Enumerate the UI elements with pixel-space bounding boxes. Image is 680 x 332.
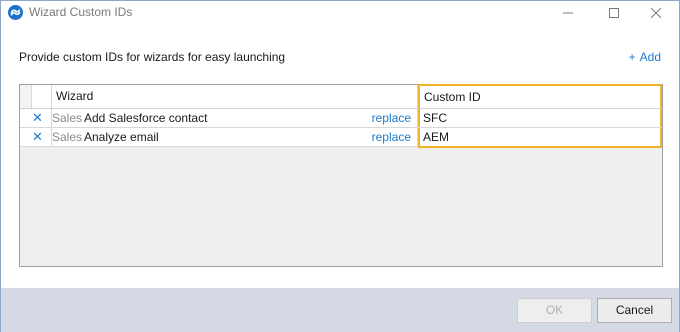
- ok-button[interactable]: OK: [517, 298, 592, 323]
- header-remove-column: [32, 85, 52, 108]
- grid-header: Wizard Custom ID: [20, 84, 662, 109]
- row-header-corner: [20, 85, 32, 108]
- instructions-text: Provide custom IDs for wizards for easy …: [19, 50, 286, 64]
- maximize-icon[interactable]: [591, 1, 637, 25]
- wizard-category: Sales: [52, 111, 83, 125]
- add-label: Add: [639, 50, 661, 64]
- wizard-category: Sales: [52, 130, 83, 144]
- remove-icon[interactable]: ✕: [20, 128, 52, 146]
- replace-link[interactable]: replace: [366, 128, 418, 146]
- cancel-button[interactable]: Cancel: [597, 298, 672, 323]
- minimize-icon[interactable]: [545, 1, 591, 25]
- dialog-footer: OK Cancel: [1, 288, 679, 332]
- column-header-custom-id[interactable]: Custom ID: [418, 84, 662, 108]
- custom-id-field[interactable]: SFC: [418, 109, 662, 127]
- wizard-name: Analyze email: [84, 130, 159, 144]
- remove-icon[interactable]: ✕: [20, 109, 52, 127]
- title-bar: Wizard Custom IDs: [1, 1, 679, 25]
- window-title: Wizard Custom IDs: [29, 5, 133, 19]
- add-wizard-link[interactable]: + Add: [629, 50, 661, 64]
- app-logo-icon: [8, 5, 23, 20]
- custom-id-field[interactable]: AEM: [418, 128, 662, 148]
- dialog-window: Wizard Custom IDs Provide custom IDs for…: [0, 0, 680, 332]
- column-header-wizard[interactable]: Wizard: [52, 85, 418, 108]
- replace-link[interactable]: replace: [366, 109, 418, 127]
- wizard-name: Add Salesforce contact: [84, 111, 208, 125]
- close-icon[interactable]: [633, 1, 679, 25]
- plus-icon: +: [628, 50, 636, 64]
- table-row[interactable]: ✕ Sales Add Salesforce contact replace S…: [20, 109, 662, 128]
- wizard-grid: Wizard Custom ID ✕ Sales Add Salesforce …: [19, 84, 663, 267]
- table-row[interactable]: ✕ Sales Analyze email replace AEM: [20, 128, 662, 148]
